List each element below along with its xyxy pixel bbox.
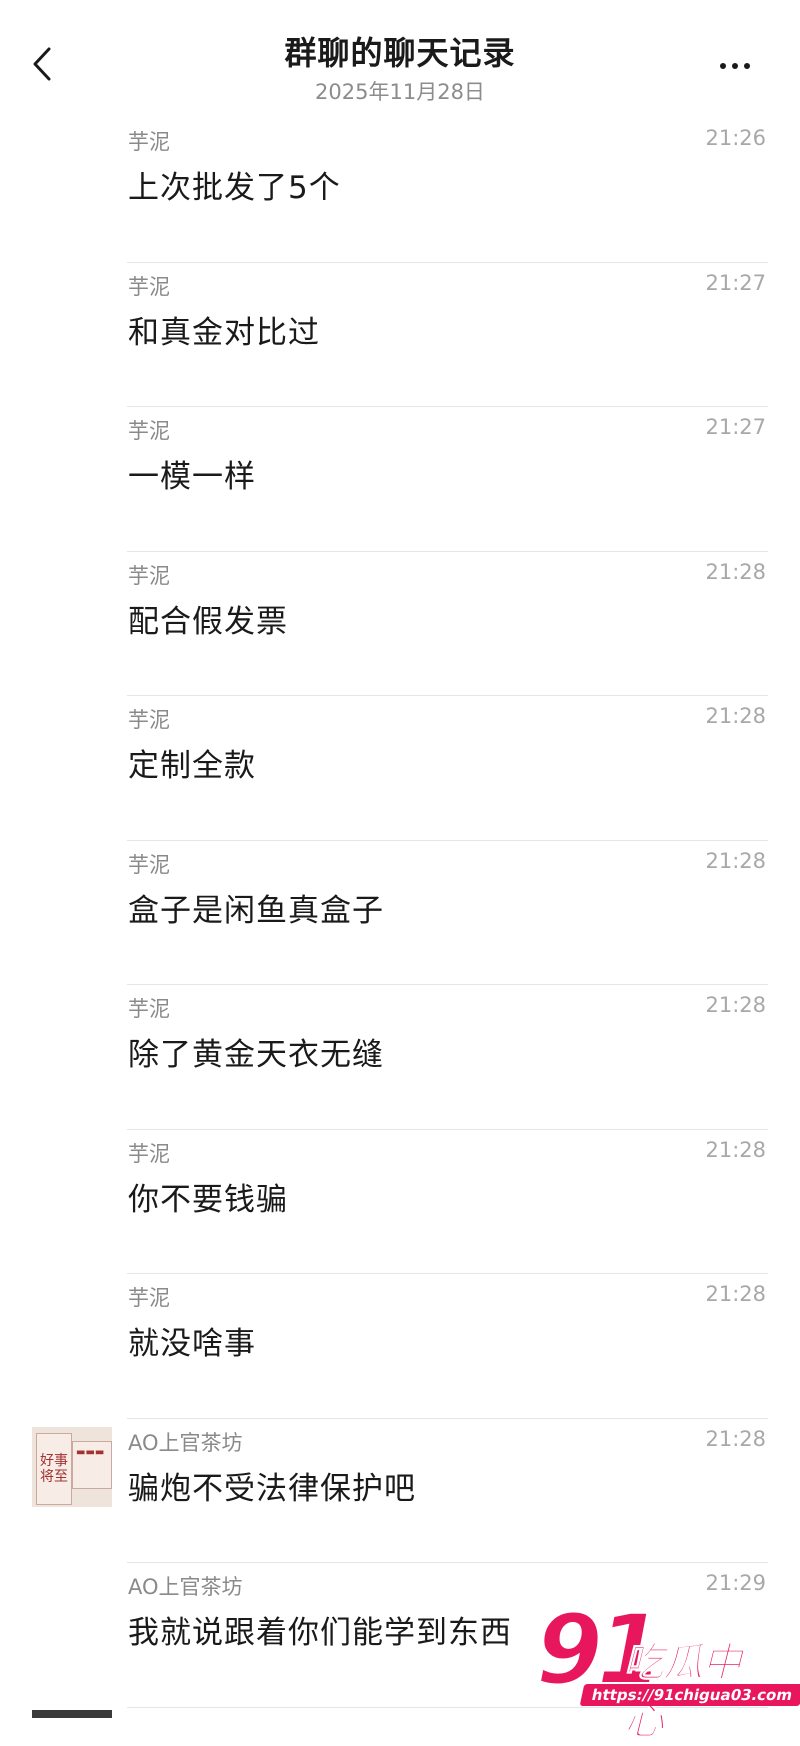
message-sender: 芋泥 [128,130,170,154]
message-time: 21:27 [705,415,766,439]
avatar[interactable] [32,1710,112,1718]
message-sender: 芋泥 [128,419,170,443]
message-time: 21:28 [705,704,766,728]
message-time: 21:27 [705,270,766,295]
message-time: 21:28 [705,993,766,1017]
watermark-url: https://91chigua03.com [579,1684,800,1706]
message-row[interactable]: 芋泥 21:28 配合假发票 [0,552,800,696]
message-row[interactable]: 芋泥 21:28 就没啥事 [0,1274,800,1419]
message-row[interactable]: 芋泥 21:28 除了黄金天衣无缝 [0,985,800,1130]
message-sender: 芋泥 [128,708,170,732]
more-dots-icon [720,63,726,69]
message-time: 21:28 [705,848,766,873]
message-sender: 芋泥 [128,1141,170,1166]
message-sender: AO上官茶坊 [128,1430,243,1455]
message-sender: 芋泥 [128,997,170,1021]
message-sender: 芋泥 [128,852,170,877]
message-text: 一模一样 [128,459,256,495]
message-sender: 芋泥 [128,563,170,588]
message-sender: 芋泥 [128,1286,170,1310]
message-time: 21:28 [705,1426,766,1451]
message-time: 21:29 [705,1571,766,1595]
message-row[interactable]: 芋泥 21:28 你不要钱骗 [0,1130,800,1274]
message-row[interactable]: 芋泥 21:28 定制全款 [0,696,800,841]
message-time: 21:28 [705,559,766,584]
message-text: 上次批发了5个 [128,170,341,206]
watermark-logo: 91 吃瓜中心 https://91chigua03.com [535,1599,800,1745]
message-row[interactable]: 芋泥 21:27 和真金对比过 [0,263,800,407]
message-text: 除了黄金天衣无缝 [128,1037,384,1073]
page-title: 群聊的聊天记录 [284,34,516,72]
message-time: 21:28 [705,1137,766,1162]
message-row[interactable]: 芋泥 21:27 一模一样 [0,407,800,552]
message-text: 我就说跟着你们能学到东西 [128,1615,512,1651]
message-text: 骗炮不受法律保护吧 [128,1470,416,1507]
header: 群聊的聊天记录 2025年11月28日 [0,0,800,118]
message-text: 就没啥事 [128,1326,256,1362]
message-row[interactable]: 芋泥 21:26 上次批发了5个 [0,118,800,263]
page-date: 2025年11月28日 [315,80,485,104]
message-text: 你不要钱骗 [128,1181,288,1218]
message-text: 和真金对比过 [128,314,320,351]
message-list: 芋泥 21:26 上次批发了5个 芋泥 21:27 和真金对比过 芋泥 21:2… [0,118,800,1708]
message-time: 21:26 [705,126,766,150]
message-sender: AO上官茶坊 [128,1575,243,1599]
more-button[interactable] [710,54,760,78]
message-time: 21:28 [705,1282,766,1306]
avatar[interactable]: 好事 将至 ▬▬▬ [32,1426,112,1507]
message-text: 盒子是闲鱼真盒子 [128,892,384,929]
message-row[interactable]: 好事 将至 ▬▬▬ AO上官茶坊 21:28 骗炮不受法律保护吧 [0,1419,800,1563]
message-row[interactable]: 芋泥 21:28 盒子是闲鱼真盒子 [0,841,800,985]
message-text: 定制全款 [128,748,256,784]
message-sender: 芋泥 [128,274,170,299]
message-text: 配合假发票 [128,603,288,640]
